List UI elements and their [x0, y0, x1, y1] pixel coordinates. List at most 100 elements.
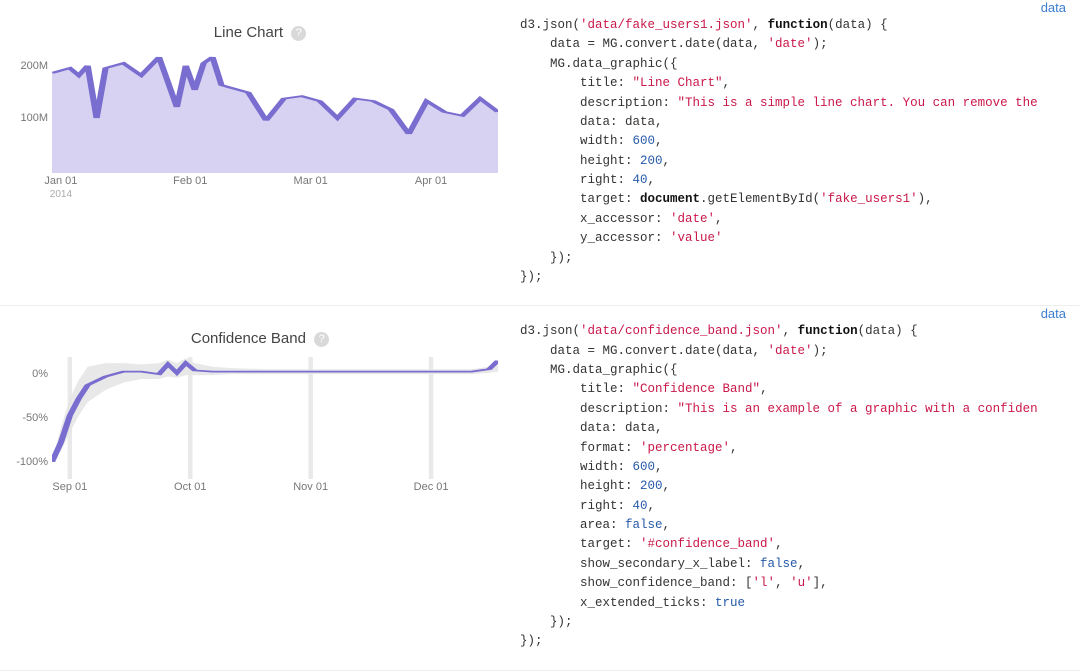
code-text: , — [663, 154, 671, 168]
code-text: x_accessor: — [520, 212, 670, 226]
code-text: y_accessor: — [520, 231, 670, 245]
code-number: 200 — [640, 479, 663, 493]
code-text: data = MG.convert.date(data, — [520, 344, 768, 358]
code-text: right: — [520, 499, 633, 513]
code-text: title: — [520, 382, 633, 396]
code-text: width: — [520, 460, 633, 474]
code-text: (data) { — [828, 18, 888, 32]
x-tick: Jan 01 — [44, 175, 77, 187]
code-number: 600 — [633, 460, 656, 474]
code-text: target: — [520, 537, 640, 551]
help-icon[interactable]: ? — [314, 332, 329, 347]
x-tick: Mar 01 — [294, 175, 328, 187]
plot-area — [52, 51, 498, 173]
code-text: d3.json( — [520, 324, 580, 338]
code-text: ); — [813, 37, 828, 51]
code-text: , — [655, 134, 663, 148]
plot-area — [52, 357, 498, 479]
code-number: 40 — [633, 173, 648, 187]
code-string: "Confidence Band" — [633, 382, 761, 396]
code-text: , — [723, 76, 731, 90]
y-axis: 0% -50% -100% — [10, 357, 48, 479]
x-sublabel: 2014 — [50, 189, 72, 200]
code-string: 'value' — [670, 231, 723, 245]
code-bool: true — [715, 596, 745, 610]
code-text: , — [648, 173, 656, 187]
code-string: 'u' — [790, 576, 813, 590]
code-text: , — [648, 499, 656, 513]
code-string: 'date' — [768, 37, 813, 51]
code-text: }); — [520, 634, 543, 648]
chart-title-text: Line Chart — [214, 24, 283, 41]
code-text: MG.data_graphic({ — [520, 57, 678, 71]
code-text: , — [760, 382, 768, 396]
code-text: , — [663, 518, 671, 532]
section-line-chart: data Line Chart ? 200M 100M Jan 01 2014 … — [0, 0, 1080, 306]
code-number: 40 — [633, 499, 648, 513]
code-text: , — [663, 479, 671, 493]
x-tick: Oct 01 — [174, 481, 206, 493]
code-text: d3.json( — [520, 18, 580, 32]
code-text: ), — [918, 192, 933, 206]
x-tick: Apr 01 — [415, 175, 447, 187]
x-tick: Dec 01 — [414, 481, 449, 493]
code-keyword: function — [798, 324, 858, 338]
code-text: , — [753, 18, 768, 32]
code-text: right: — [520, 173, 633, 187]
code-string: "Line Chart" — [633, 76, 723, 90]
code-text: , — [798, 557, 806, 571]
code-text: , — [655, 460, 663, 474]
code-string: '#confidence_band' — [640, 537, 775, 551]
code-number: 200 — [640, 154, 663, 168]
code-keyword: function — [768, 18, 828, 32]
chart-column: Confidence Band ? 0% -50% -100% — [0, 316, 520, 651]
code-text: description: — [520, 402, 678, 416]
code-string: 'data/fake_users1.json' — [580, 18, 753, 32]
code-string: "This is a simple line chart. You can re… — [678, 96, 1038, 110]
y-tick: 200M — [20, 60, 48, 72]
chart-title-text: Confidence Band — [191, 330, 306, 347]
code-string: 'date' — [768, 344, 813, 358]
code-text: , — [783, 324, 798, 338]
code-text: data = MG.convert.date(data, — [520, 37, 768, 51]
code-text: data: data, — [520, 421, 663, 435]
y-tick: -50% — [22, 412, 48, 424]
code-text: x_extended_ticks: — [520, 596, 715, 610]
code-snippet: d3.json('data/fake_users1.json', functio… — [520, 10, 1080, 287]
y-tick: 100M — [20, 112, 48, 124]
code-bool: false — [625, 518, 663, 532]
code-string: 'data/confidence_band.json' — [580, 324, 783, 338]
code-text: }); — [520, 251, 573, 265]
code-text: MG.data_graphic({ — [520, 363, 678, 377]
code-string: 'fake_users1' — [820, 192, 918, 206]
code-text: show_confidence_band: [ — [520, 576, 753, 590]
code-text: area: — [520, 518, 625, 532]
y-tick: 0% — [32, 368, 48, 380]
area-fill — [52, 57, 498, 173]
code-text: .getElementById( — [700, 192, 820, 206]
code-bool: false — [760, 557, 798, 571]
chart-title: Confidence Band ? — [12, 330, 508, 347]
code-text: title: — [520, 76, 633, 90]
x-axis: Sep 01 Oct 01 Nov 01 Dec 01 — [52, 475, 498, 501]
code-text: , — [775, 537, 783, 551]
line-chart: 200M 100M Jan 01 2014 Feb 01 Mar 01 Apr … — [52, 51, 498, 191]
code-text: format: — [520, 441, 640, 455]
code-text: data: data, — [520, 115, 663, 129]
y-axis: 200M 100M — [10, 51, 48, 173]
code-text: }); — [520, 270, 543, 284]
x-tick: Nov 01 — [293, 481, 328, 493]
code-number: 600 — [633, 134, 656, 148]
chart-column: Line Chart ? 200M 100M Jan 01 2014 Feb 0… — [0, 10, 520, 287]
chart-title: Line Chart ? — [12, 24, 508, 41]
section-confidence-band: data Confidence Band ? 0% -50% -100% — [0, 306, 1080, 670]
x-tick: Sep 01 — [52, 481, 87, 493]
y-tick: -100% — [16, 456, 48, 468]
confidence-band-chart: 0% -50% -100% Sep 01 Oct 01 Nov 01 Dec 0 — [52, 357, 498, 497]
code-string: 'percentage' — [640, 441, 730, 455]
code-snippet: d3.json('data/confidence_band.json', fun… — [520, 316, 1080, 651]
code-text: height: — [520, 154, 640, 168]
help-icon[interactable]: ? — [291, 26, 306, 41]
code-text: target: — [520, 192, 640, 206]
code-string: 'l' — [753, 576, 776, 590]
